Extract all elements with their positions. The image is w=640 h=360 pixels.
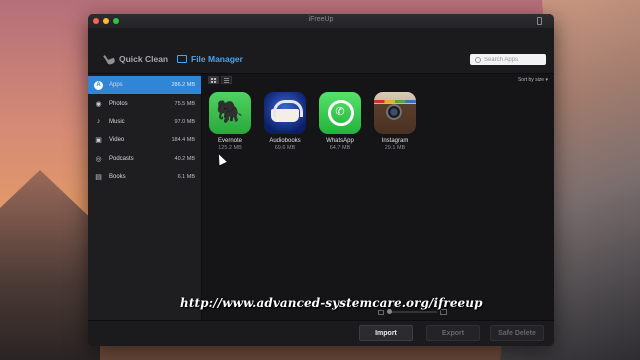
search-box[interactable] bbox=[470, 54, 546, 65]
footer-bar: Import Export Safe Delete bbox=[88, 320, 554, 346]
app-item-instagram[interactable]: Instagram 29.1 MB bbox=[373, 92, 417, 152]
list-view-button[interactable] bbox=[221, 76, 232, 84]
sidebar-item-size: 97.0 MB bbox=[174, 118, 195, 125]
window-title: iFreeUp bbox=[308, 16, 334, 23]
sidebar-item-size: 75.5 MB bbox=[174, 100, 195, 107]
instagram-icon bbox=[374, 92, 416, 134]
slider-track[interactable] bbox=[387, 309, 437, 314]
app-name: Instagram bbox=[381, 138, 409, 144]
app-size: 64.7 MB bbox=[329, 145, 351, 151]
app-grid-panel: Sort by size ▾ Evernote 125.2 MB Audiobo… bbox=[202, 74, 554, 332]
book-icon: ▤ bbox=[95, 174, 102, 182]
list-icon bbox=[224, 77, 229, 83]
music-note-icon: ♪ bbox=[96, 118, 101, 126]
app-list: Evernote 125.2 MB Audiobooks 69.6 MB Wha… bbox=[208, 92, 417, 152]
file-manager-tab[interactable]: File Manager bbox=[177, 54, 243, 64]
search-input[interactable] bbox=[484, 56, 544, 63]
mouse-cursor-icon bbox=[215, 152, 227, 166]
sidebar-item-label: Books bbox=[109, 174, 126, 181]
camera-icon: ◉ bbox=[95, 100, 102, 108]
toolbar: Quick Clean File Manager bbox=[88, 28, 554, 74]
app-item-audiobooks[interactable]: Audiobooks 69.6 MB bbox=[263, 92, 307, 152]
sidebar-item-label: Video bbox=[109, 137, 125, 144]
search-icon bbox=[475, 56, 481, 63]
sidebar-item-label: Photos bbox=[109, 100, 128, 107]
content-area: A Apps 286.2 MB ◉ Photos 75.5 MB ♪ Music… bbox=[88, 74, 554, 332]
title-bar: iFreeUp bbox=[88, 14, 554, 28]
audiobooks-icon bbox=[264, 92, 306, 134]
whatsapp-icon bbox=[319, 92, 361, 134]
apps-icon: A bbox=[94, 80, 103, 90]
evernote-icon bbox=[209, 92, 251, 134]
app-item-evernote[interactable]: Evernote 125.2 MB bbox=[208, 92, 252, 152]
grid-view-button[interactable] bbox=[208, 76, 219, 84]
view-toggle bbox=[208, 76, 232, 84]
app-item-whatsapp[interactable]: WhatsApp 64.7 MB bbox=[318, 92, 362, 152]
film-icon: ▣ bbox=[95, 137, 102, 145]
safe-delete-button[interactable]: Safe Delete bbox=[490, 325, 544, 341]
desktop-rock-background bbox=[0, 170, 100, 360]
folder-icon bbox=[177, 55, 187, 63]
import-button[interactable]: Import bbox=[359, 325, 413, 341]
sidebar-item-photos[interactable]: ◉ Photos 75.5 MB bbox=[88, 94, 201, 112]
sidebar-item-label: Podcasts bbox=[109, 155, 134, 162]
sidebar: A Apps 286.2 MB ◉ Photos 75.5 MB ♪ Music… bbox=[88, 74, 202, 332]
file-manager-label: File Manager bbox=[191, 54, 243, 64]
sidebar-item-label: Music bbox=[109, 118, 125, 125]
grid-icon bbox=[211, 77, 216, 83]
export-button[interactable]: Export bbox=[426, 325, 480, 341]
sidebar-item-label: Apps bbox=[109, 82, 123, 89]
app-size: 69.6 MB bbox=[274, 145, 296, 151]
sidebar-item-size: 40.2 MB bbox=[174, 155, 195, 162]
app-size: 29.1 MB bbox=[384, 145, 406, 151]
app-name: WhatsApp bbox=[326, 138, 354, 144]
app-size: 125.2 MB bbox=[218, 145, 242, 151]
sidebar-item-podcasts[interactable]: ◎ Podcasts 40.2 MB bbox=[88, 150, 201, 168]
url-watermark: http://www.advanced-systemcare.org/ifree… bbox=[180, 296, 483, 310]
sort-dropdown[interactable]: Sort by size ▾ bbox=[518, 77, 548, 83]
sidebar-item-music[interactable]: ♪ Music 97.0 MB bbox=[88, 113, 201, 131]
app-name: Audiobooks bbox=[269, 138, 301, 144]
sidebar-item-apps[interactable]: A Apps 286.2 MB bbox=[88, 76, 201, 95]
sidebar-item-size: 184.4 MB bbox=[171, 137, 195, 144]
sidebar-item-video[interactable]: ▣ Video 184.4 MB bbox=[88, 131, 201, 149]
sidebar-item-books[interactable]: ▤ Books 6.1 MB bbox=[88, 168, 201, 186]
broom-icon bbox=[104, 55, 115, 64]
podcast-icon: ◎ bbox=[95, 155, 102, 163]
small-icon-size-icon bbox=[378, 309, 384, 315]
sidebar-item-size: 6.1 MB bbox=[177, 174, 195, 181]
app-name: Evernote bbox=[217, 138, 242, 144]
phone-icon bbox=[537, 17, 542, 25]
sidebar-item-size: 286.2 MB bbox=[171, 82, 195, 89]
quick-clean-label: Quick Clean bbox=[119, 54, 169, 64]
quick-clean-tab[interactable]: Quick Clean bbox=[104, 54, 168, 64]
